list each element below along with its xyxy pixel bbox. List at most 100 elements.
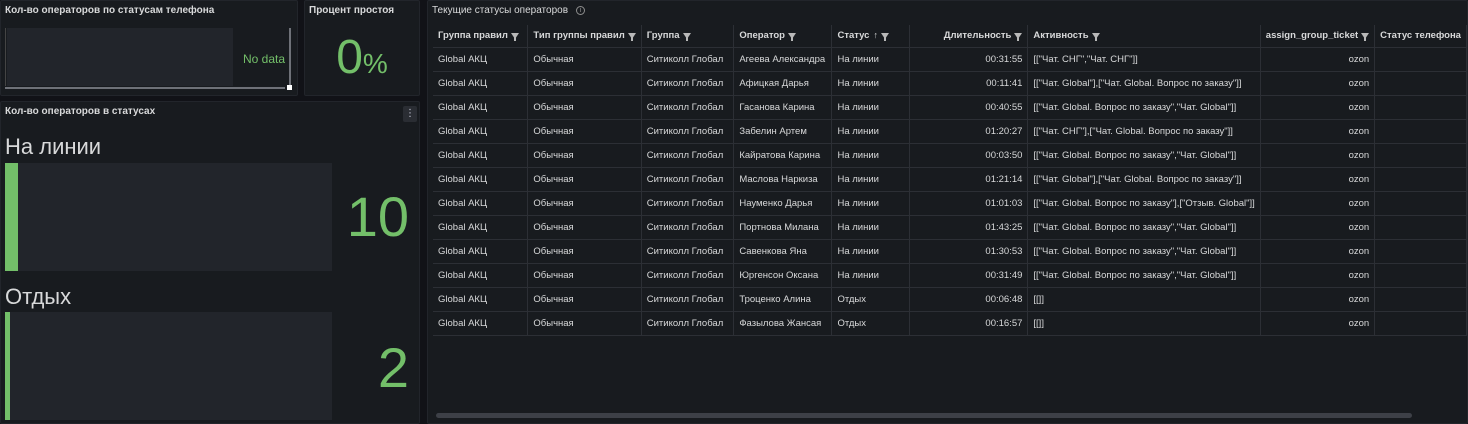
table-cell: Ситиколл Глобал bbox=[641, 143, 735, 168]
table-cell: [["Чат. Global. Вопрос по заказу","Чат. … bbox=[1027, 263, 1261, 288]
table-cell: Фазылова Жансая bbox=[733, 311, 833, 336]
table-cell: Global АКЦ bbox=[433, 263, 529, 288]
table-row[interactable]: Global АКЦ Обычная Ситиколл Глобал Забелин … bbox=[433, 119, 1467, 144]
sort-ascending-icon[interactable]: ↑ bbox=[873, 30, 878, 40]
column-header[interactable]: Статус ↑ bbox=[831, 25, 911, 48]
filter-icon[interactable] bbox=[510, 32, 519, 41]
column-header[interactable]: Активность bbox=[1027, 25, 1261, 48]
table-cell: ozon bbox=[1260, 47, 1376, 72]
column-header-label: Длительность bbox=[943, 30, 1012, 42]
table-cell: Global АКЦ bbox=[433, 287, 529, 312]
table-cell: 00:40:55 bbox=[909, 95, 1029, 120]
table-cell: Маслова Наркиза bbox=[733, 167, 833, 192]
table-cell: Кайратова Карина bbox=[733, 143, 833, 168]
horizontal-scrollbar[interactable] bbox=[436, 413, 1412, 418]
table-cell: 01:43:25 bbox=[909, 215, 1029, 240]
table-cell: [[]] bbox=[1027, 311, 1261, 336]
table-cell: На линии bbox=[831, 167, 911, 192]
panel-title[interactable]: Процент простоя bbox=[309, 5, 394, 16]
table-cell: ozon bbox=[1260, 167, 1376, 192]
column-header-label: Группа bbox=[646, 30, 680, 42]
table-cell: На линии bbox=[831, 143, 911, 168]
table-header-row: Группа правил Тип группы правил Группа Опер… bbox=[433, 25, 1467, 48]
table-cell: На линии bbox=[831, 47, 911, 72]
panel-idle-percent: Процент простоя 0% bbox=[304, 0, 420, 96]
table-cell: [["Чат. Global. Вопрос по заказу","Чат. … bbox=[1027, 215, 1261, 240]
table-cell: Обычная bbox=[527, 215, 642, 240]
table-cell: Ситиколл Глобал bbox=[641, 119, 735, 144]
table-row[interactable]: Global АКЦ Обычная Ситиколл Глобал Афицкая … bbox=[433, 71, 1467, 96]
table-cell: На линии bbox=[831, 215, 911, 240]
table-row[interactable]: Global АКЦ Обычная Ситиколл Глобал Савенков… bbox=[433, 239, 1467, 264]
vertical-scrollbar[interactable] bbox=[289, 28, 291, 88]
column-header[interactable]: Статус телефона bbox=[1374, 25, 1467, 48]
table-row[interactable]: Global АКЦ Обычная Ситиколл Глобал Маслова … bbox=[433, 167, 1467, 192]
table-cell: 01:20:27 bbox=[909, 119, 1029, 144]
table-cell: [["Чат. Global"],["Чат. Global. Вопрос п… bbox=[1027, 71, 1261, 96]
filter-icon[interactable] bbox=[627, 32, 636, 41]
column-header[interactable]: Группа правил bbox=[433, 25, 529, 48]
table-cell: Обычная bbox=[527, 287, 642, 312]
table-cell bbox=[1374, 311, 1467, 336]
filter-icon[interactable] bbox=[1091, 32, 1100, 41]
table-cell: [["Чат. СНГ"],["Чат. Global. Вопрос по з… bbox=[1027, 119, 1261, 144]
chart-area bbox=[7, 28, 233, 86]
table-row[interactable]: Global АКЦ Обычная Ситиколл Глобал Фазылова… bbox=[433, 311, 1467, 336]
table-cell: На линии bbox=[831, 263, 911, 288]
bar-gauge-value: 2 bbox=[377, 336, 409, 399]
table-cell: ozon bbox=[1260, 311, 1376, 336]
info-icon[interactable]: i bbox=[576, 5, 586, 15]
table-cell: [["Чат. Global. Вопрос по заказу","Чат. … bbox=[1027, 95, 1261, 120]
filter-icon[interactable] bbox=[880, 32, 889, 41]
table-cell bbox=[1374, 119, 1467, 144]
column-header[interactable]: Оператор bbox=[733, 25, 833, 48]
table-cell: Гасанова Карина bbox=[733, 95, 833, 120]
filter-icon[interactable] bbox=[1014, 32, 1023, 41]
table-row[interactable]: Global АКЦ Обычная Ситиколл Глобал Юргенсон… bbox=[433, 263, 1467, 288]
table-cell: Ситиколл Глобал bbox=[641, 167, 735, 192]
table-cell: Обычная bbox=[527, 239, 642, 264]
table-cell: ozon bbox=[1260, 287, 1376, 312]
stat-unit: % bbox=[362, 48, 388, 79]
table-cell bbox=[1374, 167, 1467, 192]
table-cell: [["Чат. Global. Вопрос по заказу"],["Отз… bbox=[1027, 191, 1261, 216]
table-cell: Агеева Александра bbox=[733, 47, 833, 72]
table-cell: Обычная bbox=[527, 119, 642, 144]
column-header[interactable]: Тип группы правил bbox=[527, 25, 642, 48]
table-row[interactable]: Global АКЦ Обычная Ситиколл Глобал Агеева А… bbox=[433, 47, 1467, 72]
filter-icon[interactable] bbox=[682, 32, 691, 41]
panel-title[interactable]: Кол-во операторов в статусах bbox=[5, 106, 155, 117]
column-header-label: Тип группы правил bbox=[533, 30, 625, 42]
column-header[interactable]: assign_group_ticket bbox=[1260, 25, 1376, 48]
table-cell: На линии bbox=[831, 239, 911, 264]
panel-title[interactable]: Кол-во операторов по статусам телефона bbox=[5, 5, 214, 16]
table-cell bbox=[1374, 143, 1467, 168]
table-cell: Global АКЦ bbox=[433, 143, 529, 168]
table-row[interactable]: Global АКЦ Обычная Ситиколл Глобал Гасанова… bbox=[433, 95, 1467, 120]
table-cell: Global АКЦ bbox=[433, 239, 529, 264]
table-cell: ozon bbox=[1260, 143, 1376, 168]
table-row[interactable]: Global АКЦ Обычная Ситиколл Глобал Кайратов… bbox=[433, 143, 1467, 168]
column-header-label: Группа правил bbox=[438, 30, 508, 42]
table-cell: 01:21:14 bbox=[909, 167, 1029, 192]
filter-icon[interactable] bbox=[1361, 32, 1370, 41]
table-cell: На линии bbox=[831, 191, 911, 216]
filter-icon[interactable] bbox=[787, 32, 796, 41]
table-cell: Global АКЦ bbox=[433, 191, 529, 216]
horizontal-scrollbar[interactable] bbox=[5, 87, 285, 89]
column-header[interactable]: Длительность bbox=[909, 25, 1029, 48]
panel-title[interactable]: Текущие статусы операторов i bbox=[432, 5, 586, 16]
table-row[interactable]: Global АКЦ Обычная Ситиколл Глобал Троценко… bbox=[433, 287, 1467, 312]
table-cell: На линии bbox=[831, 71, 911, 96]
table-cell: Global АКЦ bbox=[433, 215, 529, 240]
panel-title-text: Текущие статусы операторов bbox=[432, 5, 569, 16]
resize-handle[interactable] bbox=[287, 85, 292, 90]
panel-menu-icon[interactable]: ⋮ bbox=[403, 106, 417, 122]
table-cell: Global АКЦ bbox=[433, 95, 529, 120]
table-cell: ozon bbox=[1260, 119, 1376, 144]
table-cell: ozon bbox=[1260, 263, 1376, 288]
column-header[interactable]: Группа bbox=[641, 25, 735, 48]
table-row[interactable]: Global АКЦ Обычная Ситиколл Глобал Науменко… bbox=[433, 191, 1467, 216]
table-cell: Обычная bbox=[527, 311, 642, 336]
table-row[interactable]: Global АКЦ Обычная Ситиколл Глобал Портнова… bbox=[433, 215, 1467, 240]
